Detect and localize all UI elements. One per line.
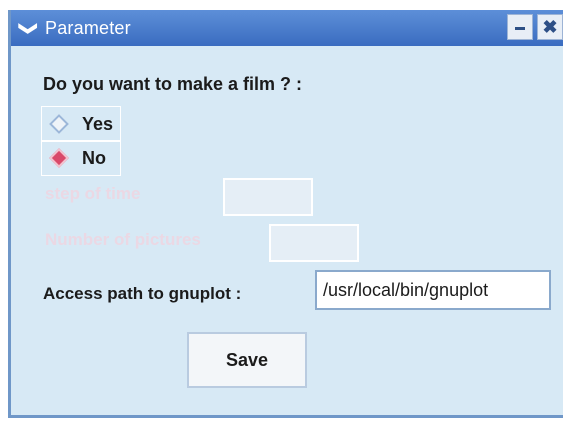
window-controls: ▬ ✖ — [507, 14, 563, 40]
gnuplot-path-label: Access path to gnuplot : — [43, 284, 242, 303]
radio-no[interactable]: No — [41, 140, 121, 176]
number-of-pictures-label: Number of pictures — [45, 230, 201, 249]
number-of-pictures-input[interactable] — [269, 224, 359, 262]
window-title: Parameter — [45, 17, 131, 38]
radio-yes[interactable]: Yes — [41, 106, 121, 142]
radio-no-label: No — [82, 147, 106, 168]
title-bar[interactable]: ❯ Parameter ▬ ✖ — [11, 10, 563, 46]
minimize-icon[interactable]: ▬ — [507, 14, 533, 40]
radio-checked-icon — [49, 148, 69, 168]
chevron-down-icon[interactable]: ❯ — [13, 14, 45, 42]
radio-yes-label: Yes — [82, 113, 114, 134]
gnuplot-path-input[interactable] — [315, 270, 551, 310]
radio-unchecked-icon — [49, 114, 69, 134]
film-question: Do you want to make a film ? : — [43, 74, 303, 94]
step-of-time-input[interactable] — [223, 178, 313, 216]
step-of-time-label: step of time — [45, 184, 141, 203]
save-button[interactable]: Save — [187, 332, 307, 388]
close-icon[interactable]: ✖ — [537, 14, 563, 40]
parameter-dialog: ❯ Parameter ▬ ✖ Do you want to make a fi… — [8, 10, 563, 418]
